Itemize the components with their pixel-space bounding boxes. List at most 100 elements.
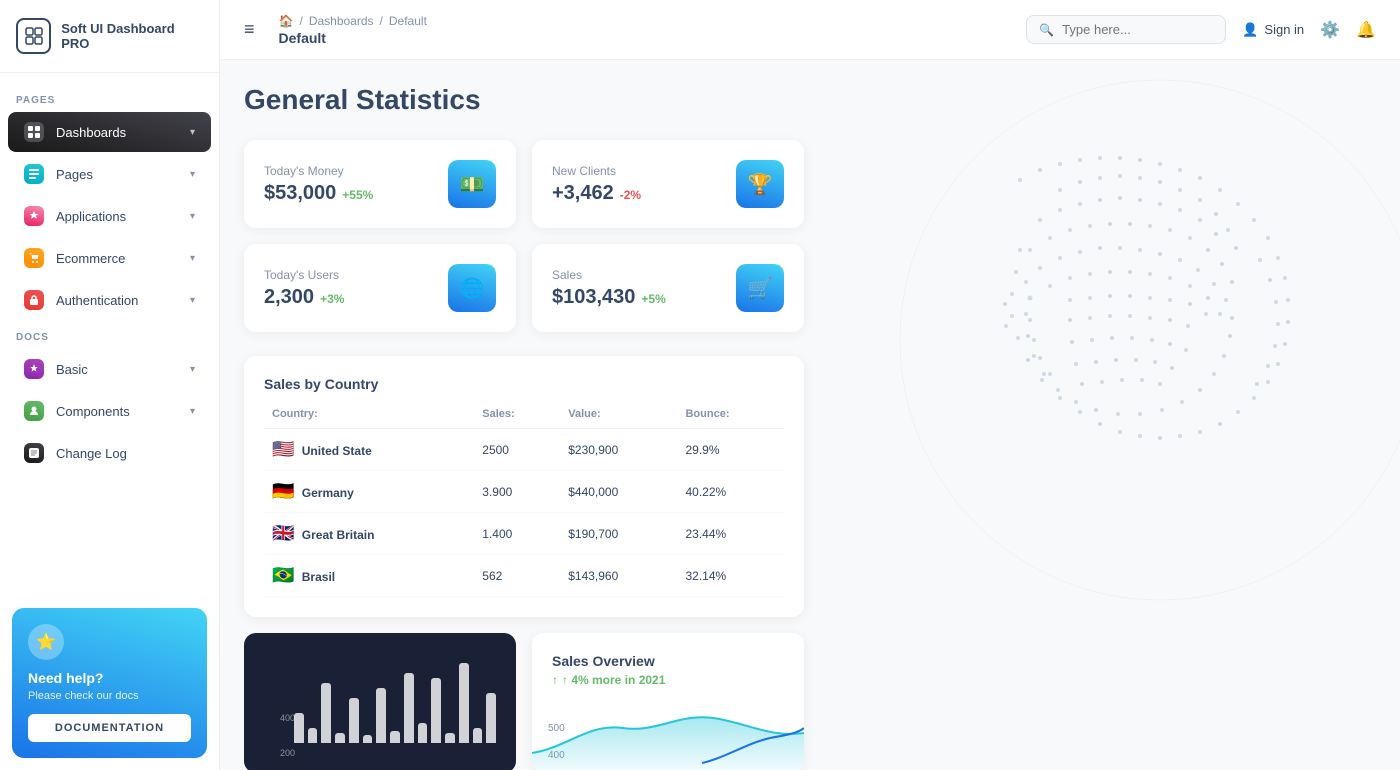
sidebar: Soft UI Dashboard PRO PAGES Dashboards ▾… xyxy=(0,0,220,770)
col-bounce: Bounce: xyxy=(677,408,784,429)
bar xyxy=(376,688,386,743)
bar xyxy=(390,731,400,743)
country-cell: 🇬🇧 Great Britain xyxy=(264,513,474,555)
basic-icon xyxy=(24,359,44,379)
content-area: General Statistics Today's Money $53,000… xyxy=(220,60,1400,770)
pages-icon xyxy=(24,164,44,184)
value-cell: $230,900 xyxy=(560,429,677,471)
table-row: 🇧🇷 Brasil 562 $143,960 32.14% xyxy=(264,555,784,597)
chevron-down-icon: ▾ xyxy=(190,127,195,138)
components-icon xyxy=(24,401,44,421)
breadcrumb-sep1: / xyxy=(299,14,302,28)
sidebar-item-label: Dashboards xyxy=(56,125,126,140)
bounce-cell: 32.14% xyxy=(677,555,784,597)
help-title: Need help? xyxy=(28,670,191,686)
sidebar-item-authentication[interactable]: Authentication ▾ xyxy=(8,280,211,320)
flag-icon: 🇺🇸 xyxy=(272,439,294,459)
bottom-charts: 400 200 0 Sales Overview ↑ ↑ 4% more in … xyxy=(244,633,804,770)
bar xyxy=(486,693,496,743)
bar xyxy=(308,728,318,743)
sidebar-item-label: Authentication xyxy=(56,293,138,308)
sidebar-item-label: Applications xyxy=(56,209,126,224)
sidebar-item-dashboards[interactable]: Dashboards ▾ xyxy=(8,112,211,152)
bar-chart xyxy=(294,663,496,743)
stats-grid: Today's Money $53,000+55% 💵 New Clients … xyxy=(244,140,804,332)
bar xyxy=(431,678,441,743)
table-row: 🇺🇸 United State 2500 $230,900 29.9% xyxy=(264,429,784,471)
sales-overview-card: Sales Overview ↑ ↑ 4% more in 2021 500 4… xyxy=(532,633,804,770)
country-table: Country: Sales: Value: Bounce: 🇺🇸 United… xyxy=(264,408,784,597)
country-cell: 🇺🇸 United State xyxy=(264,429,474,471)
stat-label-clients: New Clients xyxy=(552,164,641,178)
value-cell: $440,000 xyxy=(560,471,677,513)
search-icon: 🔍 xyxy=(1039,23,1054,37)
header-right: 🔍 👤 Sign in ⚙️ 🔔 xyxy=(1026,15,1376,44)
bounce-cell: 23.44% xyxy=(677,513,784,555)
col-country: Country: xyxy=(264,408,474,429)
breadcrumb-parent[interactable]: Dashboards xyxy=(309,14,374,28)
trend-up-icon: ↑ xyxy=(552,673,558,687)
user-icon: 👤 xyxy=(1242,22,1258,38)
bar xyxy=(473,728,483,743)
bar xyxy=(349,698,359,743)
chevron-down-icon: ▾ xyxy=(190,169,195,180)
stat-value-sales: $103,430+5% xyxy=(552,286,666,309)
country-cell: 🇩🇪 Germany xyxy=(264,471,474,513)
sidebar-item-applications[interactable]: Applications ▾ xyxy=(8,196,211,236)
home-icon[interactable]: 🏠 xyxy=(279,14,294,28)
country-name: Brasil xyxy=(302,570,335,584)
col-value: Value: xyxy=(560,408,677,429)
help-star-icon: ⭐ xyxy=(28,624,64,660)
bar xyxy=(445,733,455,743)
flag-icon: 🇧🇷 xyxy=(272,565,294,585)
logo: Soft UI Dashboard PRO xyxy=(0,0,219,73)
sidebar-item-label: Change Log xyxy=(56,446,127,461)
bar xyxy=(418,723,428,743)
applications-icon xyxy=(24,206,44,226)
page-current-title: Default xyxy=(279,30,427,46)
sidebar-item-label: Basic xyxy=(56,362,88,377)
flag-icon: 🇬🇧 xyxy=(272,523,294,543)
stat-card-users: Today's Users 2,300+3% 🌐 xyxy=(244,244,516,332)
sidebar-item-changelog[interactable]: Change Log xyxy=(8,433,211,473)
sidebar-item-ecommerce[interactable]: Ecommerce ▾ xyxy=(8,238,211,278)
sidebar-item-label: Ecommerce xyxy=(56,251,125,266)
stat-value-money: $53,000+55% xyxy=(264,182,373,205)
bar xyxy=(294,713,304,743)
table-row: 🇩🇪 Germany 3.900 $440,000 40.22% xyxy=(264,471,784,513)
value-cell: $143,960 xyxy=(560,555,677,597)
settings-icon[interactable]: ⚙️ xyxy=(1320,20,1340,40)
sales-overview-title: Sales Overview xyxy=(552,653,784,669)
table-row: 🇬🇧 Great Britain 1.400 $190,700 23.44% xyxy=(264,513,784,555)
sales-cell: 3.900 xyxy=(474,471,560,513)
stat-value-users: 2,300+3% xyxy=(264,286,344,309)
chevron-down-icon: ▾ xyxy=(190,406,195,417)
sidebar-item-basic[interactable]: Basic ▾ xyxy=(8,349,211,389)
search-box[interactable]: 🔍 xyxy=(1026,15,1226,44)
notification-icon[interactable]: 🔔 xyxy=(1356,20,1376,40)
auth-icon xyxy=(24,290,44,310)
signin-button[interactable]: 👤 Sign in xyxy=(1242,22,1304,38)
documentation-button[interactable]: DOCUMENTATION xyxy=(28,714,191,742)
breadcrumb-leaf: Default xyxy=(389,14,427,28)
stat-card-money: Today's Money $53,000+55% 💵 xyxy=(244,140,516,228)
country-section-title: Sales by Country xyxy=(264,376,784,392)
flag-icon: 🇩🇪 xyxy=(272,481,294,501)
col-sales: Sales: xyxy=(474,408,560,429)
bar xyxy=(363,735,373,743)
hamburger-icon[interactable]: ≡ xyxy=(244,19,255,40)
sidebar-item-pages[interactable]: Pages ▾ xyxy=(8,154,211,194)
dashboards-icon xyxy=(24,122,44,142)
cart-icon: 🛒 xyxy=(736,264,784,312)
stat-label-sales: Sales xyxy=(552,268,666,282)
ecommerce-icon xyxy=(24,248,44,268)
globe-decoration xyxy=(820,60,1400,680)
breadcrumb-sep2: / xyxy=(380,14,383,28)
money-icon: 💵 xyxy=(448,160,496,208)
bounce-cell: 29.9% xyxy=(677,429,784,471)
sales-overview-trend: ↑ ↑ 4% more in 2021 xyxy=(552,673,784,687)
breadcrumb-path: 🏠 / Dashboards / Default xyxy=(279,14,427,28)
sidebar-item-components[interactable]: Components ▾ xyxy=(8,391,211,431)
search-input[interactable] xyxy=(1062,22,1213,37)
users-icon: 🌐 xyxy=(448,264,496,312)
